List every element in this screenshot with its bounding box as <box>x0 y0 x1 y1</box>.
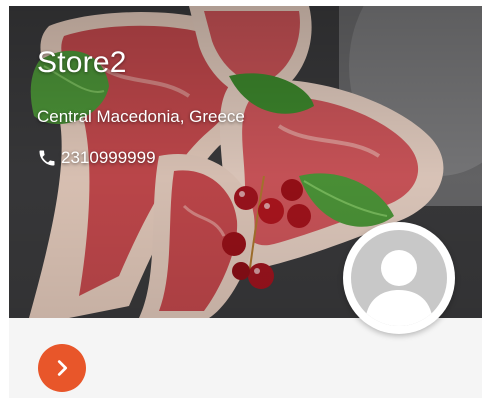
user-avatar-icon <box>351 230 447 326</box>
phone-icon <box>37 148 57 168</box>
chevron-right-icon <box>57 360 68 376</box>
view-store-button[interactable] <box>38 344 86 392</box>
phone-number: 2310999999 <box>61 148 156 167</box>
store-phone[interactable]: 2310999999 <box>37 146 156 170</box>
store-location: Central Macedonia, Greece <box>37 107 245 126</box>
store-name: Store2 <box>37 46 127 79</box>
store-card: Store2 Central Macedonia, Greece 2310999… <box>9 6 482 398</box>
store-avatar <box>343 222 455 334</box>
